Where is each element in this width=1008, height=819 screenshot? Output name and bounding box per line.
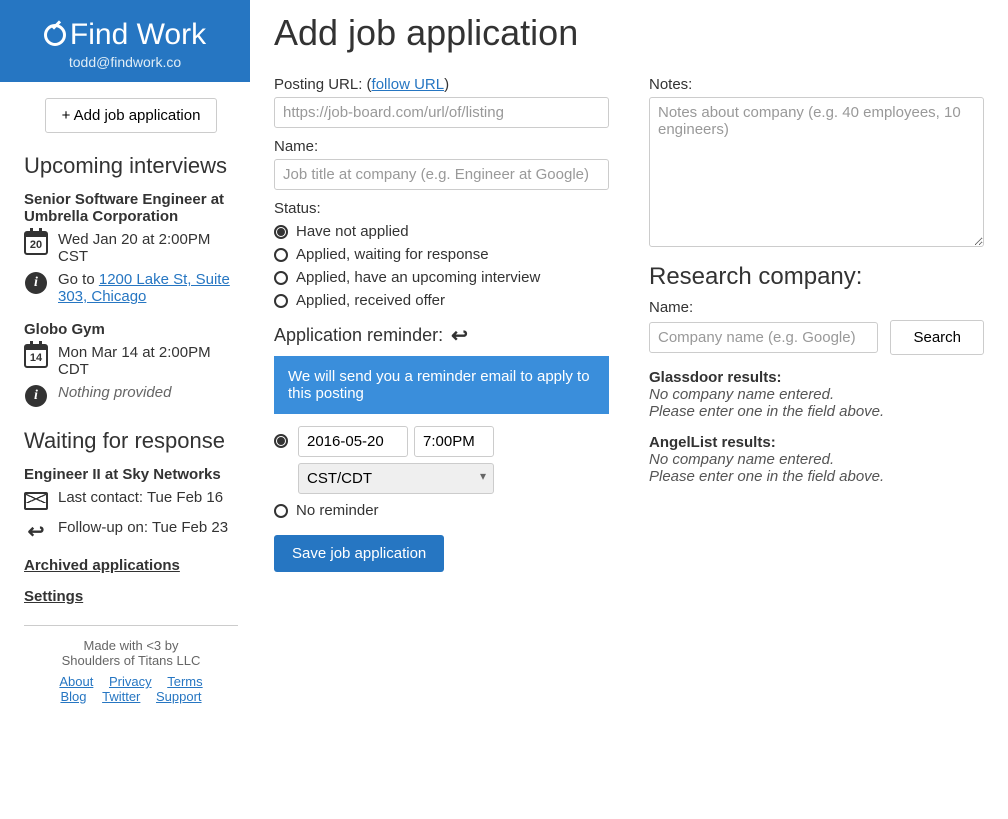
angellist-heading: AngelList results: bbox=[649, 434, 984, 451]
status-label: Status: bbox=[274, 200, 609, 217]
divider bbox=[24, 625, 238, 626]
no-reminder-option[interactable]: No reminder bbox=[274, 502, 609, 519]
reminder-time-input[interactable] bbox=[414, 426, 494, 457]
status-option[interactable]: Have not applied bbox=[274, 223, 609, 240]
brand-email: todd@findwork.co bbox=[0, 54, 250, 70]
archived-link[interactable]: Archived applications bbox=[24, 557, 238, 574]
add-application-button[interactable]: + Add job application bbox=[45, 98, 218, 133]
settings-link[interactable]: Settings bbox=[24, 588, 238, 605]
name-input[interactable] bbox=[274, 159, 609, 190]
footer-link[interactable]: About bbox=[59, 674, 93, 689]
main: Add job application Posting URL: (follow… bbox=[250, 0, 1008, 704]
waiting-item: Engineer II at Sky Networks Last contact… bbox=[24, 466, 238, 543]
interview-location: Go to 1200 Lake St, Suite 303, Chicago bbox=[58, 271, 238, 305]
reminder-notice: We will send you a reminder email to app… bbox=[274, 356, 609, 414]
search-icon bbox=[44, 24, 66, 46]
right-column: Notes: Research company: Name: Search Gl… bbox=[649, 66, 984, 572]
interview-title: Globo Gym bbox=[24, 321, 238, 338]
radio-icon bbox=[274, 225, 288, 239]
info-icon: i bbox=[25, 385, 47, 407]
footer-link[interactable]: Support bbox=[156, 689, 202, 704]
name-label: Name: bbox=[274, 138, 609, 155]
interview-title: Senior Software Engineer at Umbrella Cor… bbox=[24, 191, 238, 225]
interview-datetime: Wed Jan 20 at 2:00PM CST bbox=[58, 231, 238, 265]
footer-link[interactable]: Terms bbox=[167, 674, 202, 689]
company-name-input[interactable] bbox=[649, 322, 878, 353]
left-column: Posting URL: (follow URL) Name: Status: … bbox=[274, 66, 609, 572]
status-option[interactable]: Applied, waiting for response bbox=[274, 246, 609, 263]
reminder-heading: Application reminder: ↩ bbox=[274, 323, 609, 348]
radio-icon[interactable] bbox=[274, 434, 288, 448]
reply-icon: ↩ bbox=[28, 519, 45, 544]
envelope-icon bbox=[24, 492, 48, 510]
status-option[interactable]: Applied, received offer bbox=[274, 292, 609, 309]
glassdoor-empty: No company name entered. Please enter on… bbox=[649, 386, 984, 420]
research-heading: Research company: bbox=[649, 263, 984, 291]
brand-header[interactable]: Find Work todd@findwork.co bbox=[0, 0, 250, 82]
notes-label: Notes: bbox=[649, 76, 984, 93]
interview-location-empty: Nothing provided bbox=[58, 384, 171, 401]
radio-icon bbox=[274, 271, 288, 285]
page-title: Add job application bbox=[274, 12, 984, 54]
posting-url-input[interactable] bbox=[274, 97, 609, 128]
calendar-icon: 20 bbox=[24, 231, 48, 255]
upcoming-item: Globo Gym 14 Mon Mar 14 at 2:00PM CDT i … bbox=[24, 321, 238, 408]
info-icon: i bbox=[25, 272, 47, 294]
angellist-empty: No company name entered. Please enter on… bbox=[649, 451, 984, 485]
radio-icon bbox=[274, 504, 288, 518]
timezone-select[interactable]: CST/CDT bbox=[298, 463, 494, 494]
follow-url-link[interactable]: follow URL bbox=[372, 76, 445, 93]
calendar-icon: 14 bbox=[24, 344, 48, 368]
brand-title: Find Work bbox=[70, 18, 206, 52]
interview-datetime: Mon Mar 14 at 2:00PM CDT bbox=[58, 344, 238, 378]
sidebar: Find Work todd@findwork.co + Add job app… bbox=[0, 0, 250, 704]
status-option[interactable]: Applied, have an upcoming interview bbox=[274, 269, 609, 286]
save-button[interactable]: Save job application bbox=[274, 535, 444, 572]
followup: Follow-up on: Tue Feb 23 bbox=[58, 519, 228, 536]
reply-icon: ↩ bbox=[451, 323, 468, 348]
footer-link[interactable]: Privacy bbox=[109, 674, 152, 689]
company-name-label: Name: bbox=[649, 299, 984, 316]
waiting-title: Engineer II at Sky Networks bbox=[24, 466, 238, 483]
upcoming-item: Senior Software Engineer at Umbrella Cor… bbox=[24, 191, 238, 305]
reminder-date-input[interactable] bbox=[298, 426, 408, 457]
glassdoor-heading: Glassdoor results: bbox=[649, 369, 984, 386]
footer-link[interactable]: Blog bbox=[60, 689, 86, 704]
footer: Made with <3 by Shoulders of Titans LLC … bbox=[24, 638, 238, 704]
waiting-heading: Waiting for response bbox=[24, 428, 238, 454]
radio-icon bbox=[274, 248, 288, 262]
upcoming-heading: Upcoming interviews bbox=[24, 153, 238, 179]
last-contact: Last contact: Tue Feb 16 bbox=[58, 489, 223, 506]
notes-textarea[interactable] bbox=[649, 97, 984, 247]
search-button[interactable]: Search bbox=[890, 320, 984, 355]
footer-link[interactable]: Twitter bbox=[102, 689, 140, 704]
posting-url-label: Posting URL: (follow URL) bbox=[274, 76, 609, 93]
radio-icon bbox=[274, 294, 288, 308]
